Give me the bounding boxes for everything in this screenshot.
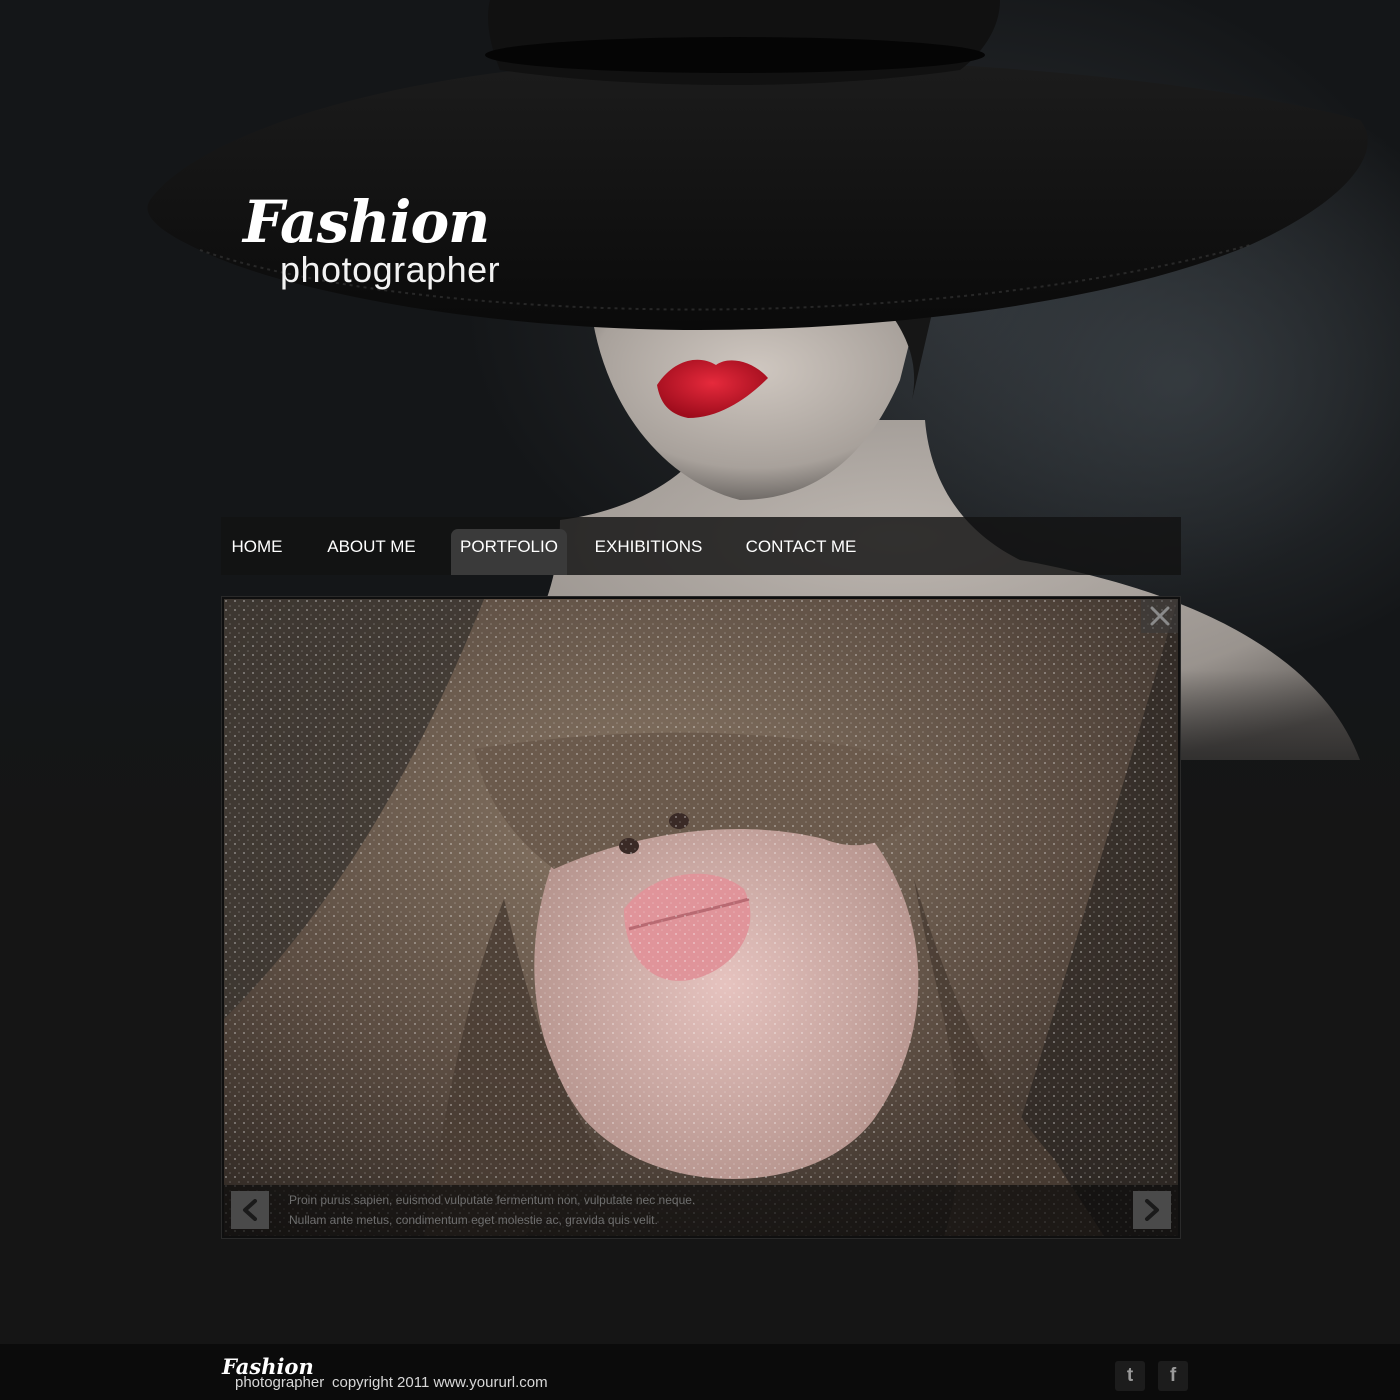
slide-image [224,599,1178,1236]
footer [0,1344,1400,1400]
site-logo-subtitle: photographer [280,249,501,290]
slider-prev-button[interactable] [231,1191,269,1229]
nav-item-exhibitions[interactable]: EXHIBITIONS [591,529,706,575]
main-navigation: HOME ABOUT ME PORTFOLIO EXHIBITIONS CONT… [221,517,1181,575]
nav-item-home[interactable]: HOME [221,529,293,575]
nav-item-portfolio[interactable]: PORTFOLIO [451,529,567,575]
facebook-icon[interactable]: f [1158,1361,1188,1391]
chevron-left-icon [243,1199,257,1221]
site-logo[interactable]: Fashion [243,188,490,256]
slider-close-button[interactable] [1141,599,1178,633]
slide-caption-line-2: Nullam ante metus, condimentum eget mole… [289,1213,658,1227]
slide-caption-line-1: Proin purus sapien, euismod vulputate fe… [289,1193,696,1207]
footer-logo-subtitle: photographer [235,1374,325,1391]
nav-item-contact-me[interactable]: CONTACT ME [741,529,861,575]
footer-copyright: copyright 2011 www.yoururl.com [332,1374,548,1391]
close-icon [1150,606,1170,626]
twitter-icon[interactable]: t [1115,1361,1145,1391]
slider-next-button[interactable] [1133,1191,1171,1229]
nav-item-about-me[interactable]: ABOUT ME [318,529,425,575]
chevron-right-icon [1145,1199,1159,1221]
